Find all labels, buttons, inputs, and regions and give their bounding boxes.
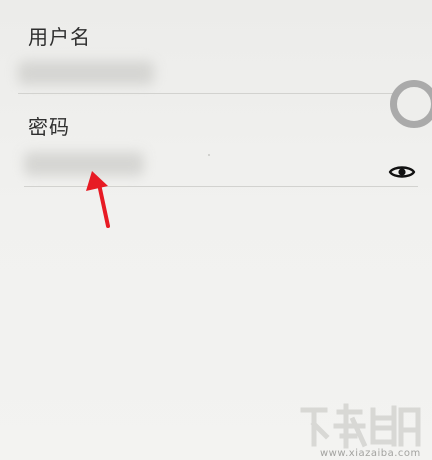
- username-value-blurred: [18, 61, 154, 85]
- red-arrow-annotation: [86, 171, 110, 228]
- loading-ring-icon: [390, 80, 432, 128]
- login-screen: 用户名 密码 www.xiazaiba.com: [0, 0, 432, 460]
- watermark-url: www.xiazaiba.com: [320, 448, 421, 459]
- site-logo-watermark: [300, 403, 421, 449]
- password-label: 密码: [28, 115, 70, 139]
- username-label: 用户名: [28, 25, 91, 49]
- username-divider: [18, 93, 404, 94]
- screen-speck: [208, 154, 210, 156]
- eye-icon[interactable]: [388, 163, 416, 181]
